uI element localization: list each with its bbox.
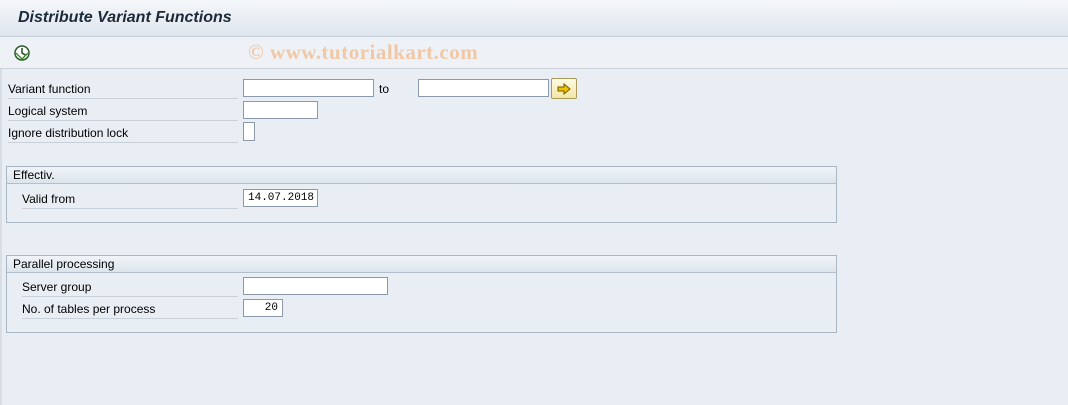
logical-system-label: Logical system	[8, 104, 238, 121]
to-label: to	[379, 82, 390, 96]
watermark-text: © www.tutorialkart.com	[248, 40, 479, 64]
tables-per-process-label: No. of tables per process	[22, 302, 238, 319]
application-toolbar: © www.tutorialkart.com	[0, 37, 1068, 69]
parallel-processing-group-header: Parallel processing	[7, 256, 836, 273]
logical-system-input[interactable]	[243, 101, 318, 119]
effectiv-group-header: Effectiv.	[7, 167, 836, 184]
server-group-label: Server group	[22, 280, 238, 297]
multiple-selection-arrow-icon	[557, 82, 571, 95]
valid-from-label: Valid from	[22, 192, 238, 209]
execute-button[interactable]	[12, 43, 32, 63]
variant-function-from-input[interactable]	[243, 79, 374, 97]
execute-clock-icon	[14, 45, 30, 61]
ignore-distribution-lock-checkbox[interactable]	[243, 122, 255, 141]
variant-function-label: Variant function	[8, 82, 238, 99]
valid-from-input[interactable]: 14.07.2018	[243, 189, 318, 207]
multiple-selection-button[interactable]	[551, 78, 577, 99]
variant-function-to-input[interactable]	[418, 79, 549, 97]
server-group-input[interactable]	[243, 277, 388, 295]
page-title: Distribute Variant Functions	[18, 9, 232, 26]
title-bar: Distribute Variant Functions	[0, 0, 1068, 37]
tables-per-process-input[interactable]: 20	[243, 299, 283, 317]
ignore-distribution-lock-label: Ignore distribution lock	[8, 126, 238, 143]
